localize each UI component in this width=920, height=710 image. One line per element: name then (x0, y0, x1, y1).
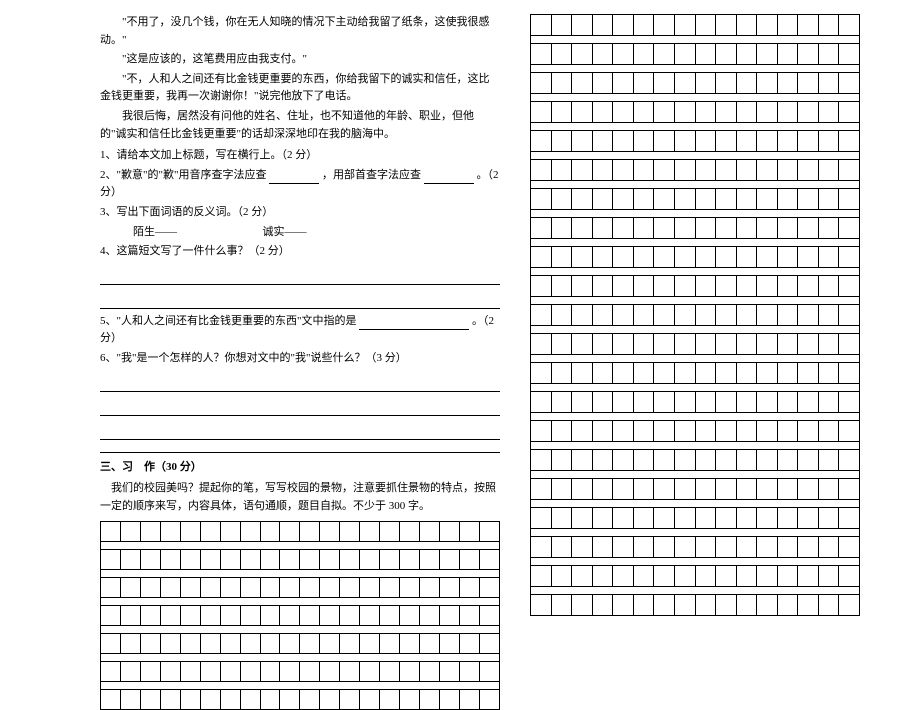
section-3-instructions: 我们的校园美吗？提起你的笔，写写校园的景物，注意要抓住景物的特点，按照一定的顺序… (100, 480, 500, 515)
passage-line-3: "不，人和人之间还有比金钱更重要的东西，你给我留下的诚实和信任，这比金钱更重要，… (100, 71, 500, 106)
passage-line-2: "这是应该的，这笔费用应由我支付。" (100, 51, 500, 69)
section-3-header: 三、习 作（30 分） (100, 452, 500, 477)
right-column (530, 14, 860, 623)
question-5-part-a: 5、"人和人之间还有比金钱更重要的东西"文中指的是 (100, 315, 356, 327)
questions-block: 1、请给本文加上标题，写在横行上。（2 分） 2、"歉意"的"歉"用音序查字法应… (100, 147, 500, 439)
fill-blank[interactable] (269, 170, 319, 184)
passage-line-1: "不用了，没几个钱，你在无人知晓的情况下主动给我留了纸条，这使我很感动。" (100, 14, 500, 49)
answer-line[interactable] (100, 396, 500, 416)
writing-grid-left[interactable] (100, 521, 500, 710)
answer-line[interactable] (100, 420, 500, 440)
reading-passage: "不用了，没几个钱，你在无人知晓的情况下主动给我留了纸条，这使我很感动。" "这… (100, 14, 500, 143)
left-column: "不用了，没几个钱，你在无人知晓的情况下主动给我留了纸条，这使我很感动。" "这… (100, 14, 500, 623)
answer-line[interactable] (100, 289, 500, 309)
question-2: 2、"歉意"的"歉"用音序查字法应查 ，用部首查字法应查 。（2 分） (100, 167, 500, 202)
passage-line-4: 我很后悔，居然没有问他的姓名、住址，也不知道他的年龄、职业，但他的"诚实和信任比… (100, 108, 500, 143)
section-3: 三、习 作（30 分） 我们的校园美吗？提起你的笔，写写校园的景物，注意要抓住景… (100, 452, 500, 710)
question-2-part-a: 2、"歉意"的"歉"用音序查字法应查 (100, 169, 266, 181)
fill-blank[interactable] (424, 170, 474, 184)
writing-grid-right[interactable] (530, 14, 860, 616)
question-6: 6、"我"是一个怎样的人？你想对文中的"我"说些什么？（3 分） (100, 350, 500, 368)
answer-line[interactable] (100, 372, 500, 392)
question-5: 5、"人和人之间还有比金钱更重要的东西"文中指的是 。（2 分） (100, 313, 500, 348)
question-3: 3、写出下面词语的反义词。（2 分） (100, 204, 500, 222)
answer-line[interactable] (100, 265, 500, 285)
question-3-words: 陌生—— 诚实—— (100, 224, 500, 242)
question-1: 1、请给本文加上标题，写在横行上。（2 分） (100, 147, 500, 165)
antonym-word-1: 陌生—— (133, 226, 177, 238)
fill-blank[interactable] (359, 316, 469, 330)
question-4: 4、这篇短文写了一件什么事？（2 分） (100, 243, 500, 261)
antonym-word-2: 诚实—— (263, 226, 307, 238)
question-2-part-b: ，用部首查字法应查 (322, 169, 421, 181)
